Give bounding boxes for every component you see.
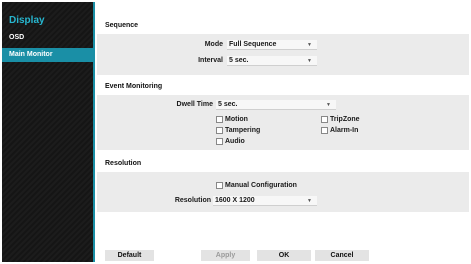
section-title-resolution: Resolution [105,160,142,167]
sidebar-title: Display [9,15,45,26]
resolution-band [97,172,469,212]
sidebar-accent-divider [93,2,95,262]
alarm-in-checkbox[interactable]: Alarm-In [321,127,358,134]
mode-label: Mode [204,41,223,48]
manual-configuration-checkbox[interactable]: Manual Configuration [216,182,297,189]
section-title-event-monitoring: Event Monitoring [105,83,163,90]
checkbox-icon [321,116,328,123]
tampering-label: Tampering [225,127,261,134]
tripzone-label: TripZone [330,116,360,123]
checkbox-icon [321,127,328,134]
interval-select[interactable]: 5 sec. ▼ [227,56,317,66]
chevron-down-icon: ▼ [307,198,312,204]
footer-bar: Default Apply OK Cancel [97,247,469,262]
default-button[interactable]: Default [105,250,154,261]
checkbox-icon [216,127,223,134]
chevron-down-icon: ▼ [307,58,312,64]
audio-label: Audio [225,138,245,145]
alarm-in-label: Alarm-In [330,127,359,134]
dwell-time-select[interactable]: 5 sec. ▼ [216,100,336,110]
tampering-checkbox[interactable]: Tampering [216,127,260,134]
resolution-value: 1600 X 1200 [215,197,255,204]
motion-checkbox[interactable]: Motion [216,116,248,123]
checkbox-icon [216,138,223,145]
dwell-time-value: 5 sec. [218,101,238,108]
interval-label: Interval [198,57,223,64]
apply-button[interactable]: Apply [201,250,250,261]
tripzone-checkbox[interactable]: TripZone [321,116,360,123]
checkbox-icon [216,182,223,189]
resolution-label: Resolution [174,197,211,204]
chevron-down-icon: ▼ [326,102,331,108]
manual-configuration-label: Manual Configuration [225,182,297,189]
resolution-select[interactable]: 1600 X 1200 ▼ [213,196,317,206]
dwell-time-label: Dwell Time [176,101,213,108]
interval-value: 5 sec. [229,57,249,64]
sidebar: Display OSD Main Monitor [2,2,95,262]
motion-label: Motion [225,116,248,123]
main-panel: Sequence Mode Full Sequence ▼ Interval 5… [97,2,469,262]
chevron-down-icon: ▼ [307,42,312,48]
mode-value: Full Sequence [229,41,277,48]
checkbox-icon [216,116,223,123]
section-title-sequence: Sequence [105,22,139,29]
ok-button[interactable]: OK [257,250,311,261]
sidebar-item-main-monitor[interactable]: Main Monitor [2,48,95,62]
mode-select[interactable]: Full Sequence ▼ [227,40,317,50]
cancel-button[interactable]: Cancel [315,250,369,261]
sidebar-item-osd[interactable]: OSD [2,31,95,45]
audio-checkbox[interactable]: Audio [216,138,245,145]
